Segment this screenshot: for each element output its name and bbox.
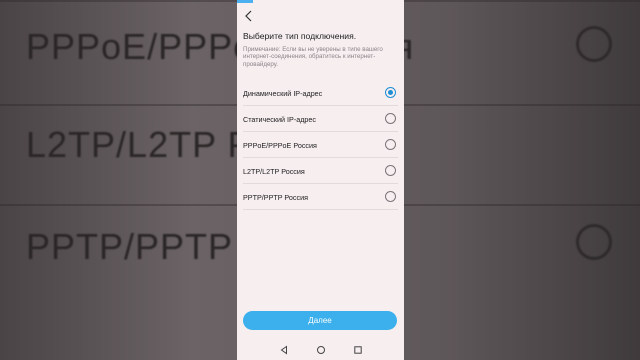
- page-title: Выберите тип подключения.: [243, 31, 357, 41]
- background-radio: [576, 26, 612, 62]
- system-nav-bar: [237, 340, 404, 360]
- next-button[interactable]: Далее: [243, 311, 397, 330]
- phone-screen: Выберите тип подключения. Примечание: Ес…: [237, 0, 404, 360]
- triangle-back-icon: [280, 345, 287, 355]
- circle-home-icon: [316, 346, 325, 354]
- radio-button[interactable]: [385, 165, 396, 176]
- back-button[interactable]: [242, 9, 256, 23]
- option-pptp[interactable]: PPTP/PPTP Россия: [237, 184, 404, 210]
- option-l2tp[interactable]: L2TP/L2TP Россия: [237, 158, 404, 184]
- option-label: L2TP/L2TP Россия: [243, 166, 305, 176]
- radio-button[interactable]: [385, 87, 396, 98]
- option-label: Статический IP-адрес: [243, 114, 317, 124]
- nav-back-button[interactable]: [278, 344, 290, 356]
- status-indicator: [237, 0, 253, 3]
- option-dynamic-ip[interactable]: Динамический IP-адрес: [237, 80, 404, 106]
- option-pppoe[interactable]: PPPoE/PPPoE Россия: [237, 132, 404, 158]
- square-recent-icon: [353, 346, 362, 354]
- hint-note: Примечание: Если вы не уверены в типе ва…: [243, 46, 383, 68]
- divider: [243, 209, 398, 210]
- connection-type-list: Динамический IP-адрес Статический IP-адр…: [237, 80, 404, 210]
- option-label: PPTP/PPTP Россия: [243, 192, 308, 202]
- option-label: PPPoE/PPPoE Россия: [243, 140, 317, 150]
- radio-button[interactable]: [385, 191, 396, 202]
- radio-button[interactable]: [385, 139, 396, 150]
- nav-home-button[interactable]: [315, 344, 327, 356]
- chevron-left-icon: [245, 10, 252, 22]
- background-radio: [576, 224, 612, 260]
- nav-recent-button[interactable]: [352, 344, 364, 356]
- radio-button[interactable]: [385, 113, 396, 124]
- option-static-ip[interactable]: Статический IP-адрес: [237, 106, 404, 132]
- option-label: Динамический IP-адрес: [243, 88, 323, 98]
